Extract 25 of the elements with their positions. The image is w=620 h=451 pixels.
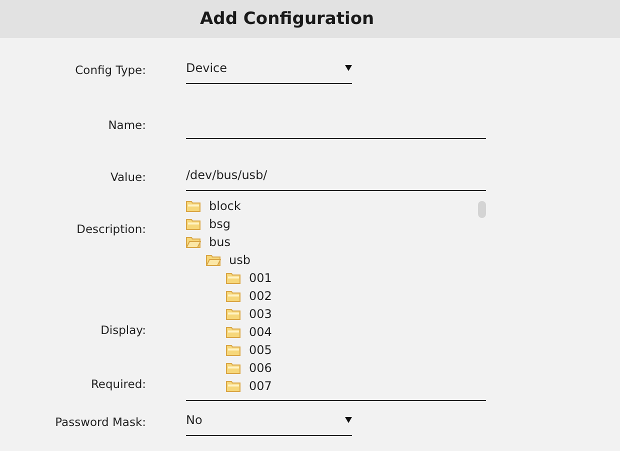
scrollbar-thumb[interactable] <box>478 201 486 218</box>
tree-item[interactable]: usb <box>186 251 250 269</box>
select-field[interactable]: Device <box>186 52 352 84</box>
tree-item[interactable]: 006 <box>186 359 272 377</box>
dialog-title: Add Configuration <box>200 9 374 29</box>
field-label: Display: <box>100 322 146 339</box>
tree-item[interactable]: 004 <box>186 323 272 341</box>
tree-item[interactable]: bus <box>186 233 230 251</box>
caret-icon <box>345 64 352 70</box>
tree-item[interactable]: bsg <box>186 215 230 233</box>
field-label: Password Mask: <box>54 414 146 431</box>
tree-item[interactable]: 002 <box>186 287 272 305</box>
tree-item[interactable]: 005 <box>186 341 272 359</box>
field-label: Config Type: <box>74 62 146 79</box>
tree-item[interactable]: 003 <box>186 305 272 323</box>
tree-item[interactable]: block <box>186 197 241 215</box>
field-label: Name: <box>107 117 146 134</box>
field-label: Value: <box>110 169 146 186</box>
select-field[interactable]: No <box>186 404 352 436</box>
caret-icon <box>345 416 352 422</box>
field-label: Description: <box>76 221 146 238</box>
field-label: Required: <box>90 376 146 393</box>
text-field[interactable]: /dev/bus/usb/ <box>186 159 486 191</box>
tree-item[interactable]: 001 <box>186 269 272 287</box>
tree-item[interactable]: 007 <box>186 377 272 395</box>
